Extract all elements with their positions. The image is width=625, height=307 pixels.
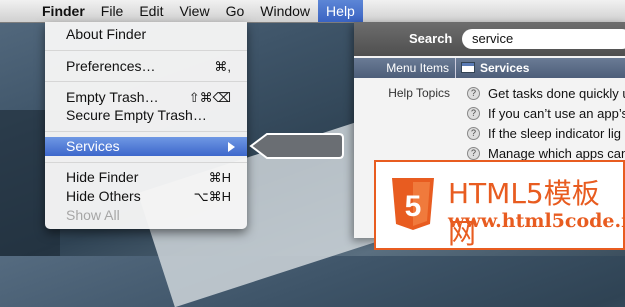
menu-item-label: Empty Trash… — [66, 89, 159, 105]
menu-separator — [45, 131, 247, 132]
menu-view[interactable]: View — [171, 0, 217, 22]
shield-digit: 5 — [405, 190, 422, 223]
finder-menu-dropdown: About Finder Preferences… ⌘, Empty Trash… — [45, 22, 247, 229]
help-search-bar: Search service — [354, 22, 625, 56]
submenu-arrow-icon — [228, 142, 235, 152]
menu-item-label: Secure Empty Trash… — [66, 107, 207, 123]
menu-items-category: Menu Items — [354, 58, 456, 78]
services-result[interactable]: Services — [480, 58, 529, 78]
window-menu-icon — [461, 62, 475, 73]
menu-separator — [45, 50, 247, 51]
menu-item-hide-finder[interactable]: Hide Finder ⌘H — [45, 168, 247, 187]
menu-finder[interactable]: Finder — [34, 0, 93, 22]
menu-item-label: Services — [66, 138, 120, 154]
menu-item-label: Preferences… — [66, 58, 156, 74]
menu-item-label: About Finder — [66, 26, 147, 42]
help-search-input[interactable]: service — [462, 29, 625, 49]
help-topic-label: Manage which apps can — [488, 146, 625, 161]
menu-go[interactable]: Go — [218, 0, 253, 22]
menu-help[interactable]: Help — [318, 0, 363, 22]
menu-item-label: Hide Finder — [66, 169, 139, 185]
menu-item-label: Show All — [66, 207, 120, 223]
help-topic-label: If the sleep indicator lig — [488, 126, 621, 141]
menu-item-hide-others[interactable]: Hide Others ⌥⌘H — [45, 187, 247, 206]
menu-separator — [45, 162, 247, 163]
help-topic-icon: ? — [467, 87, 480, 100]
help-results-header: Menu Items Services — [354, 58, 625, 78]
html5-shield-icon: 5 — [392, 178, 434, 230]
menu-bar: Finder File Edit View Go Window Help — [0, 0, 625, 23]
help-topic-icon: ? — [467, 107, 480, 120]
help-topics-category: Help Topics — [388, 86, 450, 100]
help-topic-icon: ? — [467, 147, 480, 160]
menu-item-shortcut: ⌘, — [214, 59, 231, 74]
menu-item-about-finder[interactable]: About Finder — [45, 25, 247, 44]
menu-separator — [45, 81, 247, 82]
menu-edit[interactable]: Edit — [131, 0, 171, 22]
menu-item-shortcut: ⌥⌘H — [193, 189, 231, 204]
menu-item-empty-trash[interactable]: Empty Trash… ⇧⌘⌫ — [45, 88, 247, 107]
help-topic-label: Get tasks done quickly u — [488, 86, 625, 101]
menu-item-label: Hide Others — [66, 188, 141, 204]
menu-window[interactable]: Window — [252, 0, 318, 22]
apple-menu-icon[interactable] — [0, 0, 34, 22]
menu-item-services[interactable]: Services — [45, 137, 247, 156]
watermark-logo: 5 HTML5模板网 www.html5code.net — [374, 160, 625, 250]
help-pointer-arrow — [249, 133, 344, 159]
watermark-url: www.html5code.net — [448, 210, 625, 232]
menu-item-shortcut: ⇧⌘⌫ — [188, 90, 231, 105]
menu-file[interactable]: File — [93, 0, 132, 22]
menu-item-show-all: Show All — [45, 206, 247, 225]
menu-item-secure-empty-trash[interactable]: Secure Empty Trash… — [45, 106, 247, 125]
menu-item-shortcut: ⌘H — [208, 170, 231, 185]
help-topic-icon: ? — [467, 127, 480, 140]
menu-item-preferences[interactable]: Preferences… ⌘, — [45, 57, 247, 76]
help-search-label: Search — [409, 31, 453, 46]
help-topic-label: If you can’t use an app’s — [488, 106, 625, 121]
